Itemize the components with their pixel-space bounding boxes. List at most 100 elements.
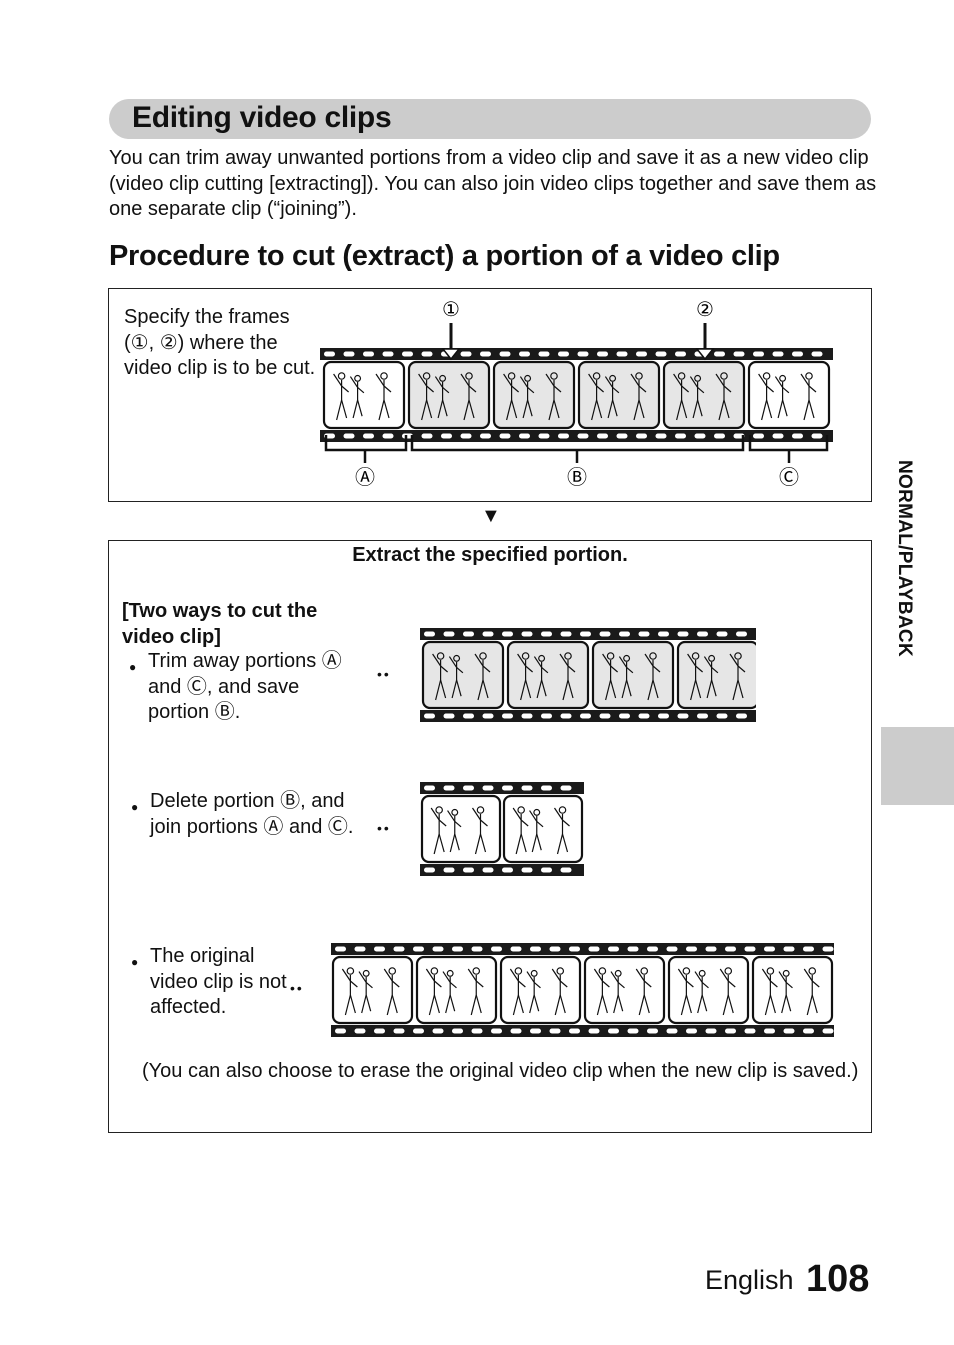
sprocket-hole (541, 713, 552, 719)
sprocket-hole (480, 433, 491, 439)
sprocket-hole (502, 785, 513, 791)
sprocket-hole (424, 631, 435, 637)
sprocket-hole (519, 351, 530, 357)
sprocket-hole (822, 1028, 834, 1034)
film-frame (499, 955, 582, 1025)
sprocket-hole (675, 351, 686, 357)
sprocket-hole (753, 433, 764, 439)
sprocket-hole (580, 713, 591, 719)
sprocket-hole (413, 946, 424, 952)
sprocket-hole (753, 351, 764, 357)
sprocket-hole (491, 946, 502, 952)
sprocket-hole (638, 631, 650, 637)
sprocket-hole (675, 433, 686, 439)
sprocket-hole (530, 1028, 541, 1034)
sprocket-hole (744, 1028, 756, 1034)
sprocket-hole (510, 1028, 522, 1034)
sprocket-hole (733, 351, 745, 357)
film-frame (421, 640, 505, 710)
film-frame (407, 360, 491, 430)
sprocket-hole (686, 1028, 697, 1034)
erase-original-note: (You can also choose to erase the origin… (142, 1060, 859, 1082)
sprocket-hole (792, 351, 803, 357)
film-frame (667, 955, 750, 1025)
sprocket-hole (764, 1028, 775, 1034)
sprocket-hole (363, 351, 374, 357)
connector-dots-2: •• (377, 820, 391, 836)
sprocket-hole (616, 433, 628, 439)
connector-dots-1: •• (377, 666, 391, 682)
sprocket-hole (558, 433, 569, 439)
step1-instruction: Specify the frames (①, ②) where the vide… (124, 306, 316, 379)
step1-filmstrip-diagram: ① ② Ⓐ Ⓑ Ⓒ (320, 299, 833, 489)
sprocket-hole (577, 351, 589, 357)
sprocket-hole (560, 631, 572, 637)
option-trim: ● Trim away portions Ⓐ and Ⓒ, and save p… (129, 649, 359, 726)
sprocket-hole (599, 713, 611, 719)
bullet-icon: ● (129, 660, 137, 674)
sprocket-hole (471, 946, 483, 952)
sprocket-hole (792, 433, 803, 439)
film-frame (492, 360, 576, 430)
sprocket-hole (335, 1028, 346, 1034)
sprocket-hole (541, 867, 552, 873)
sprocket-hole (541, 631, 552, 637)
result-filmstrip-trim (420, 628, 756, 722)
sprocket-hole (443, 713, 455, 719)
sprocket-hole (374, 946, 385, 952)
sprocket-hole (677, 631, 689, 637)
sprocket-hole (822, 946, 834, 952)
sprocket-hole (580, 631, 591, 637)
sprocket-hole (343, 433, 355, 439)
sprocket-hole (764, 946, 775, 952)
sprocket-hole (480, 351, 491, 357)
film-frame (662, 360, 746, 430)
sprocket-hole (521, 631, 533, 637)
sprocket-hole (460, 351, 472, 357)
sprocket-hole (658, 713, 669, 719)
film-sprocket-strip-bottom (331, 1025, 834, 1037)
sprocket-hole (697, 631, 708, 637)
sprocket-hole (521, 867, 533, 873)
sprocket-hole (558, 351, 569, 357)
sprocket-hole (374, 1028, 385, 1034)
sprocket-hole (616, 351, 628, 357)
sprocket-hole (393, 1028, 405, 1034)
sprocket-hole (382, 433, 394, 439)
sprocket-hole (521, 785, 533, 791)
sprocket-hole (725, 1028, 736, 1034)
sprocket-hole (705, 1028, 717, 1034)
sprocket-hole (666, 1028, 678, 1034)
sprocket-hole (599, 631, 611, 637)
sprocket-hole (443, 867, 455, 873)
sprocket-hole (452, 1028, 463, 1034)
sprocket-hole (452, 946, 463, 952)
option-join: ● Delete portion Ⓑ, and join portions Ⓐ … (131, 789, 361, 840)
sprocket-hole (588, 1028, 600, 1034)
sprocket-hole (772, 433, 784, 439)
sprocket-hole (538, 351, 550, 357)
bullet-icon: ● (131, 955, 139, 969)
film-frame (577, 360, 661, 430)
sprocket-hole (413, 1028, 424, 1034)
sprocket-hole (811, 433, 823, 439)
sprocket-hole (666, 946, 678, 952)
sprocket-hole (694, 433, 706, 439)
sprocket-hole (549, 1028, 561, 1034)
sprocket-hole (636, 351, 647, 357)
film-frame (415, 955, 498, 1025)
sprocket-hole (482, 631, 494, 637)
sprocket-hole (424, 713, 435, 719)
sprocket-hole (803, 1028, 814, 1034)
sprocket-hole (783, 946, 795, 952)
sprocket-hole (460, 433, 472, 439)
sprocket-hole (716, 713, 728, 719)
film-frame (751, 955, 834, 1025)
sprocket-hole (463, 713, 474, 719)
sprocket-hole (502, 713, 513, 719)
film-frame (676, 640, 756, 710)
film-frame (331, 955, 414, 1025)
film-frame (502, 794, 584, 864)
section-title: Editing video clips (132, 101, 392, 134)
sprocket-hole (463, 785, 474, 791)
